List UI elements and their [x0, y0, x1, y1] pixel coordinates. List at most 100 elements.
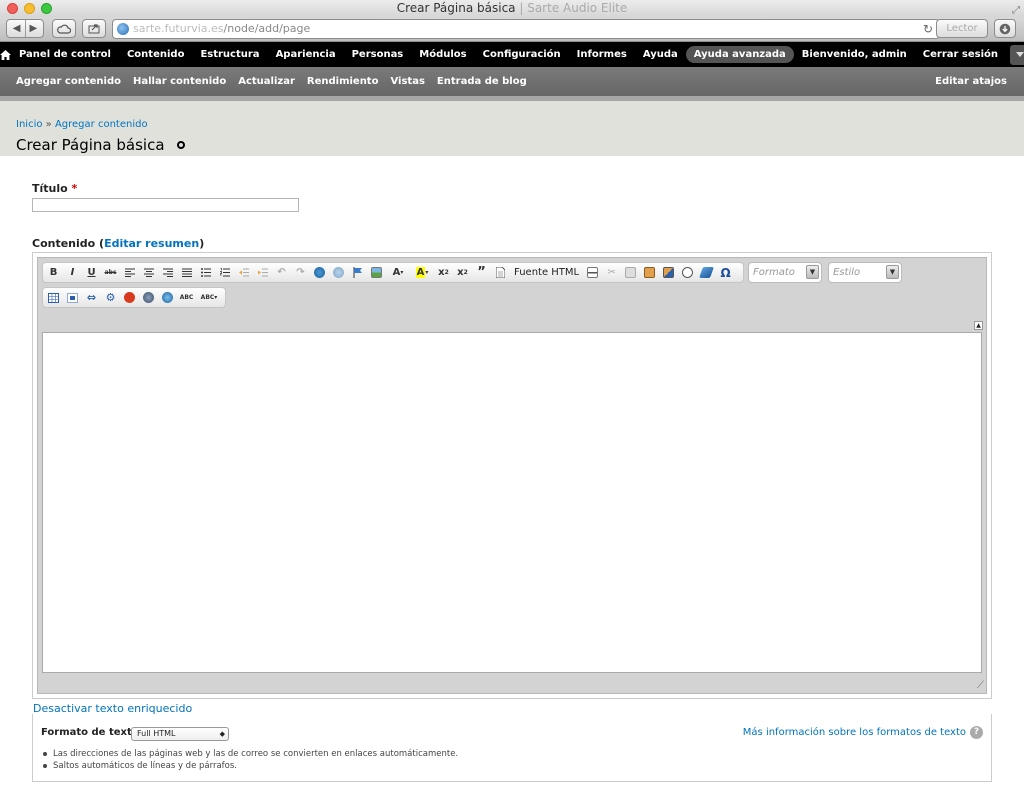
maximize-icon[interactable]: ⇔ [84, 290, 99, 305]
close-window-button[interactable] [7, 3, 18, 14]
superscript-icon[interactable]: x2 [436, 265, 451, 280]
breadcrumb-home-link[interactable]: Inicio [16, 119, 42, 130]
numbered-list-icon[interactable] [217, 265, 232, 280]
menu-contenido[interactable]: Contenido [119, 49, 192, 60]
share-button[interactable] [82, 19, 106, 38]
find-replace-icon[interactable] [680, 265, 695, 280]
bulleted-list-icon[interactable] [198, 265, 213, 280]
anchor-icon[interactable] [350, 265, 365, 280]
text-color-icon[interactable]: A ▾ [388, 265, 408, 280]
background-color-icon[interactable]: A ▾ [412, 265, 432, 280]
copy-icon[interactable] [623, 265, 638, 280]
style-dropdown-label: Estilo [833, 267, 861, 278]
flash-icon[interactable] [122, 290, 137, 305]
required-marker: * [71, 182, 78, 195]
align-right-icon[interactable] [160, 265, 175, 280]
url-path: /node/add/page [223, 22, 311, 35]
collapse-toolbar-button[interactable]: ▲ [974, 321, 983, 330]
redo-icon[interactable]: ↷ [293, 265, 308, 280]
shortcut-rendimiento[interactable]: Rendimiento [301, 76, 385, 87]
table-icon[interactable] [46, 290, 61, 305]
edit-summary-link[interactable]: Editar resumen [104, 237, 199, 250]
edit-shortcuts-link[interactable]: Editar atajos [929, 76, 1024, 87]
justify-icon[interactable] [179, 265, 194, 280]
menu-ayuda[interactable]: Ayuda [635, 49, 686, 60]
shortcut-vistas[interactable]: Vistas [384, 76, 430, 87]
reader-button[interactable]: Lector [936, 19, 988, 38]
link-icon[interactable] [312, 265, 327, 280]
outdent-icon[interactable] [236, 265, 251, 280]
align-left-icon[interactable] [122, 265, 137, 280]
image-icon[interactable] [369, 265, 384, 280]
menu-personas[interactable]: Personas [344, 49, 412, 60]
icloud-tabs-button[interactable] [52, 19, 76, 38]
logout-link[interactable]: Cerrar sesión [915, 49, 1006, 60]
spellcheck-as-you-type-icon[interactable]: ABC ▾ [198, 290, 220, 305]
editor-toolbar-row-1: B I U abc ↶ ↷ A ▾ A ▾ x2 x2 ” Fuente HTML [42, 262, 744, 283]
spellcheck-icon[interactable]: ABC [179, 290, 194, 305]
help-icon[interactable]: ? [970, 726, 983, 739]
shortcut-agregar-contenido[interactable]: Agregar contenido [0, 76, 127, 87]
back-arrow-icon[interactable]: ◀ [13, 23, 21, 34]
style-dropdown[interactable]: Estilo ▼ [828, 262, 902, 283]
more-format-info-link[interactable]: Más información sobre los formatos de te… [743, 726, 983, 739]
paste-icon[interactable] [642, 265, 657, 280]
breadcrumb-current-link[interactable]: Agregar contenido [55, 119, 148, 130]
unlink-icon[interactable] [331, 265, 346, 280]
address-bar[interactable]: sarte.futurvia.es/node/add/page ↻ [112, 19, 940, 39]
add-shortcut-icon[interactable] [176, 141, 185, 149]
subscript-icon[interactable]: x2 [455, 265, 470, 280]
bold-icon[interactable]: B [46, 265, 61, 280]
toolbar-toggle-button[interactable] [1010, 44, 1024, 65]
source-html-label[interactable]: Fuente HTML [512, 267, 581, 278]
menu-configuracion[interactable]: Configuración [475, 49, 569, 60]
title-input[interactable] [32, 198, 299, 212]
home-link[interactable] [0, 49, 11, 60]
downloads-button[interactable] [994, 19, 1016, 38]
chevron-down-icon: ▼ [886, 265, 899, 279]
paste-from-word-icon[interactable] [661, 265, 676, 280]
more-format-info-text[interactable]: Más información sobre los formatos de te… [743, 727, 966, 738]
forward-arrow-icon[interactable]: ▶ [30, 23, 38, 34]
media-icon[interactable]: ⚙ [103, 290, 118, 305]
resize-grip-icon[interactable]: ⟋ [977, 680, 984, 691]
horizontal-rule-icon[interactable] [585, 265, 600, 280]
window-title-site: | Sarte Audio Elite [515, 1, 628, 15]
remove-format-icon[interactable] [699, 265, 715, 280]
menu-ayuda-avanzada[interactable]: Ayuda avanzada [685, 46, 794, 63]
back-forward-buttons[interactable]: ◀ ▶ [6, 19, 44, 38]
chevron-down-icon: ▼ [806, 265, 819, 279]
welcome-user[interactable]: admin [872, 49, 907, 60]
format-dropdown-label: Formato [753, 267, 795, 278]
globe-icon[interactable] [160, 290, 175, 305]
reload-icon[interactable]: ↻ [923, 20, 933, 38]
editor-content-area[interactable] [42, 332, 982, 673]
source-icon[interactable] [493, 265, 508, 280]
site-favicon-icon [117, 23, 129, 35]
body-label: Contenido (Editar resumen) [32, 237, 204, 250]
strikethrough-icon[interactable]: abc [103, 265, 118, 280]
minimize-window-button[interactable] [24, 3, 35, 14]
blockquote-icon[interactable]: ” [474, 265, 489, 280]
menu-estructura[interactable]: Estructura [192, 49, 267, 60]
zoom-window-button[interactable] [41, 3, 52, 14]
underline-icon[interactable]: U [84, 265, 99, 280]
undo-icon[interactable]: ↶ [274, 265, 289, 280]
shortcut-actualizar[interactable]: Actualizar [232, 76, 301, 87]
special-char-icon[interactable]: Ω [718, 265, 733, 280]
indent-icon[interactable] [255, 265, 270, 280]
align-center-icon[interactable] [141, 265, 156, 280]
menu-apariencia[interactable]: Apariencia [268, 49, 344, 60]
show-blocks-icon[interactable] [65, 290, 80, 305]
italic-icon[interactable]: I [65, 265, 80, 280]
title-label-text: Título [32, 182, 68, 195]
iframe-icon[interactable] [141, 290, 156, 305]
menu-panel-control[interactable]: Panel de control [11, 49, 119, 60]
menu-informes[interactable]: Informes [569, 49, 635, 60]
text-format-select[interactable]: Full HTML ◆ [131, 727, 229, 741]
shortcut-hallar-contenido[interactable]: Hallar contenido [127, 76, 232, 87]
shortcut-entrada-blog[interactable]: Entrada de blog [431, 76, 533, 87]
format-dropdown[interactable]: Formato ▼ [748, 262, 822, 283]
menu-modulos[interactable]: Módulos [411, 49, 474, 60]
cut-icon[interactable]: ✂ [604, 265, 619, 280]
